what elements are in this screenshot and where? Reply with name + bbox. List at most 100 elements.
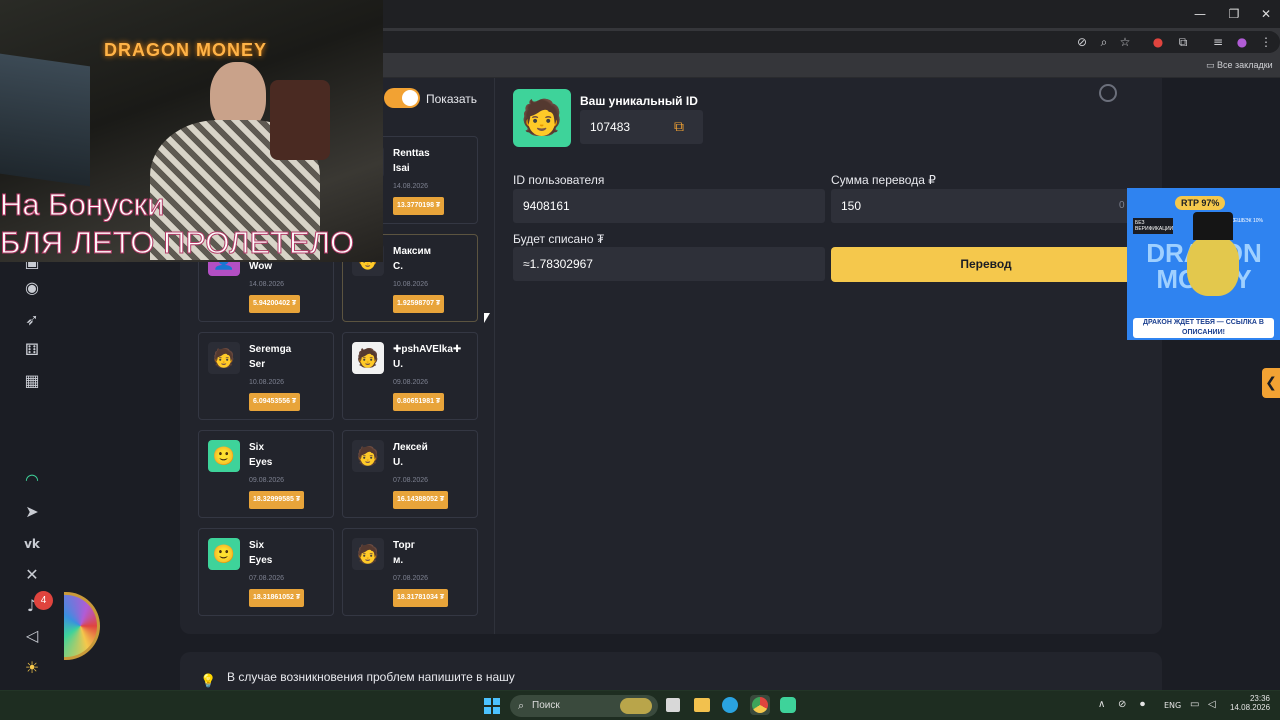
card-date: 07.08.2026 [393, 477, 429, 484]
amount-input[interactable]: 150 [831, 189, 1141, 223]
transfer-button[interactable]: Перевод [831, 247, 1141, 282]
card-name: Лексей U. [393, 440, 477, 470]
copy-icon[interactable]: ⧉ [674, 119, 690, 135]
puzzle-icon[interactable]: ⧉ [1175, 34, 1191, 50]
card-name: ✚pshAVElka✚ U. [393, 342, 477, 372]
show-toggle[interactable] [384, 88, 420, 108]
media-icon[interactable]: ≡ [1210, 34, 1226, 50]
loading-icon [1099, 84, 1117, 102]
search-placeholder: Поиск [532, 700, 560, 711]
promo-badge-left: БЕЗ ВЕРИФИКАЦИИ [1133, 218, 1174, 234]
maximize-button[interactable]: ❐ [1226, 6, 1242, 22]
profile-icon[interactable]: ● [1234, 34, 1250, 50]
unique-id-value: 107483 [590, 120, 631, 134]
rocket-icon[interactable]: ➶ [22, 310, 42, 330]
card-avatar: 🧑 [352, 538, 384, 570]
lightbulb-icon: 💡 [200, 674, 217, 689]
card-date: 14.08.2026 [249, 281, 285, 288]
card-first-name: Renttas [393, 148, 430, 159]
dragon-figure [1187, 236, 1239, 296]
transfer-card[interactable]: 🙂 Six Eyes 07.08.2026 18.31861052 ₮ [198, 528, 334, 616]
card-last-name: Eyes [249, 457, 273, 468]
card-last-name: U. [393, 359, 403, 370]
tray-app-icon[interactable]: ⊘ [1118, 699, 1126, 710]
card-first-name: Торг [393, 540, 415, 551]
sound-icon[interactable]: ◁ [22, 626, 42, 646]
taskbar-search[interactable]: ⌕ Поиск [510, 695, 658, 717]
card-amount: 13.3770198 ₮ [393, 197, 445, 215]
debit-value: ≈1.78302967 [523, 257, 593, 271]
card-last-name: U. [393, 457, 403, 468]
promo-rtp: RTP 97% [1175, 196, 1226, 210]
card-last-name: Eyes [249, 555, 273, 566]
x-icon[interactable]: ✕ [22, 565, 42, 585]
file-explorer-icon[interactable] [694, 698, 710, 712]
volume-icon[interactable]: ◁ [1208, 699, 1216, 710]
clock-date: 14.08.2026 [1230, 703, 1271, 712]
card-name: Seremga Ser [249, 342, 333, 372]
promo-banner[interactable]: RTP 97% БЕЗ ВЕРИФИКАЦИИ КЕШБЭК 10% DRAGO… [1127, 188, 1280, 340]
card-amount: 1.92598707 ₮ [393, 295, 445, 313]
search-icon: ⌕ [518, 699, 525, 712]
language-indicator[interactable]: ENG [1164, 701, 1181, 710]
app-icon[interactable] [780, 697, 796, 713]
search-highlight-image [620, 698, 652, 714]
gift-icon[interactable]: ▦ [22, 371, 42, 391]
transfer-card[interactable]: 🧑 Торг м. 07.08.2026 18.31781034 ₮ [342, 528, 478, 616]
user-id-input[interactable]: 9408161 [513, 189, 825, 223]
windows-start-icon[interactable] [484, 698, 500, 714]
card-first-name: Лексей [393, 442, 428, 453]
card-name: Six Eyes [249, 440, 333, 470]
mic-icon[interactable]: ⏺ [1140, 699, 1145, 710]
card-avatar: 🧑 [352, 440, 384, 472]
card-avatar: 🧑 [208, 342, 240, 374]
support-icon[interactable]: ◠ [22, 470, 42, 490]
zoom-icon[interactable]: ⌕ [1096, 34, 1112, 50]
tray-overflow-icon[interactable]: ∧ [1098, 699, 1105, 710]
card-amount: 18.31781034 ₮ [393, 589, 449, 607]
vk-icon[interactable]: vk [22, 534, 42, 554]
fortune-wheel[interactable] [64, 592, 100, 660]
all-bookmarks[interactable]: ▭ Все закладки [1206, 60, 1273, 71]
telegram-icon[interactable]: ➤ [22, 502, 42, 522]
card-first-name: ✚pshAVElka✚ [393, 344, 462, 355]
card-first-name: Seremga [249, 344, 292, 355]
network-icon[interactable]: ▭ [1190, 699, 1199, 710]
clock-time: 23:36 [1249, 694, 1270, 703]
games-icon[interactable]: ◉ [22, 278, 42, 298]
dice-icon[interactable]: ⚅ [22, 340, 42, 360]
chrome-icon [752, 697, 768, 713]
side-panel-toggle[interactable]: ❮ [1262, 368, 1280, 398]
card-amount: 5.94200402 ₮ [249, 295, 301, 313]
card-first-name: Six [249, 540, 265, 551]
telegram-taskbar-icon[interactable] [722, 697, 738, 713]
card-date: 10.08.2026 [249, 379, 285, 386]
minimize-button[interactable]: — [1192, 6, 1208, 22]
card-amount: 0.80651981 ₮ [393, 393, 445, 411]
close-button[interactable]: ✕ [1258, 6, 1274, 22]
all-bookmarks-label: Все закладки [1217, 60, 1273, 70]
transfer-card[interactable]: 🧑 ✚pshAVElka✚ U. 09.08.2026 0.80651981 ₮ [342, 332, 478, 420]
chair-shape [270, 80, 330, 160]
theme-icon[interactable]: ☀ [22, 658, 42, 678]
chrome-taskbar-slot[interactable] [750, 695, 770, 715]
windows-taskbar: ⌕ Поиск ∧ ⊘ ⏺ ENG ▭ ◁ 23:36 14.08.2026 [0, 690, 1280, 720]
task-view-icon[interactable] [666, 698, 680, 712]
transfer-card[interactable]: 🧑 Лексей U. 07.08.2026 16.14388052 ₮ [342, 430, 478, 518]
menu-icon[interactable]: ⋮ [1258, 34, 1274, 50]
card-first-name: Six [249, 442, 265, 453]
monitor-shape [0, 53, 90, 187]
clock[interactable]: 23:36 14.08.2026 [1230, 694, 1270, 712]
card-name: Six Eyes [249, 538, 333, 568]
debit-field: ≈1.78302967 [513, 247, 825, 281]
folder-icon: ▭ [1206, 61, 1215, 71]
card-avatar: 🙂 [208, 538, 240, 570]
transfer-card[interactable]: 🧑 Seremga Ser 10.08.2026 6.09453556 ₮ [198, 332, 334, 420]
extension-icon[interactable]: ● [1150, 34, 1166, 50]
eye-off-icon[interactable]: ⊘ [1074, 34, 1090, 50]
transfer-card[interactable]: 🙂 Six Eyes 09.08.2026 18.32999585 ₮ [198, 430, 334, 518]
star-icon[interactable]: ☆ [1117, 34, 1133, 50]
mouse-cursor [484, 313, 490, 323]
card-date: 07.08.2026 [393, 575, 429, 582]
support-text: В случае возникновения проблем напишите … [227, 670, 515, 684]
